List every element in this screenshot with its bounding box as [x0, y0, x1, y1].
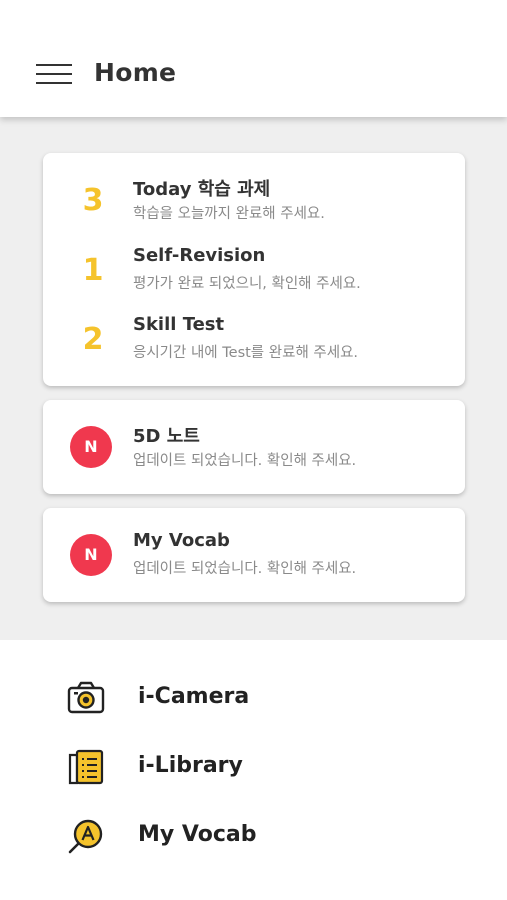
menu-line	[36, 82, 72, 84]
menu-label: i-Camera	[138, 684, 250, 709]
app-header: Home	[0, 0, 507, 117]
menu-label: i-Library	[138, 753, 243, 778]
task-subtitle: 응시기간 내에 Test를 완료해 주세요.	[133, 345, 359, 361]
camera-icon	[66, 678, 106, 718]
book-list-icon	[66, 747, 106, 787]
task-count: 1	[82, 253, 104, 288]
page-title: Home	[94, 58, 177, 87]
task-subtitle: 학습을 오늘까지 완료해 주세요.	[133, 206, 325, 222]
notification-subtitle: 업데이트 되었습니다. 확인해 주세요.	[133, 453, 357, 469]
task-title: Skill Test	[133, 314, 225, 335]
notification-card-5d-note[interactable]: N 5D 노트 업데이트 되었습니다. 확인해 주세요.	[43, 400, 465, 494]
task-subtitle: 평가가 완료 되었으니, 확인해 주세요.	[133, 276, 361, 292]
task-summary-card: 3 Today 학습 과제 학습을 오늘까지 완료해 주세요. 1 Self-R…	[43, 153, 465, 386]
task-title: Today 학습 과제	[133, 179, 271, 200]
new-badge: N	[70, 534, 112, 576]
task-count: 3	[82, 183, 104, 218]
menu-label: My Vocab	[138, 822, 257, 847]
menu-line	[36, 73, 72, 75]
bottom-menu: i-Camera i-Library My Vocab	[0, 640, 507, 900]
menu-item-i-library[interactable]: i-Library	[0, 733, 507, 797]
notification-title: 5D 노트	[133, 426, 200, 447]
new-badge: N	[70, 426, 112, 468]
task-count: 2	[82, 322, 104, 357]
notification-card-my-vocab[interactable]: N My Vocab 업데이트 되었습니다. 확인해 주세요.	[43, 508, 465, 602]
hamburger-menu-icon[interactable]	[36, 64, 72, 86]
notification-subtitle: 업데이트 되었습니다. 확인해 주세요.	[133, 561, 357, 577]
menu-item-my-vocab[interactable]: My Vocab	[0, 802, 507, 866]
main-content: 3 Today 학습 과제 학습을 오늘까지 완료해 주세요. 1 Self-R…	[0, 117, 507, 640]
task-row-today[interactable]: 3 Today 학습 과제 학습을 오늘까지 완료해 주세요.	[43, 175, 465, 235]
menu-item-i-camera[interactable]: i-Camera	[0, 664, 507, 728]
vocab-search-icon	[66, 816, 106, 856]
notification-title: My Vocab	[133, 530, 230, 551]
menu-line	[36, 64, 72, 66]
task-row-self-revision[interactable]: 1 Self-Revision 평가가 완료 되었으니, 확인해 주세요.	[43, 245, 465, 305]
task-title: Self-Revision	[133, 245, 266, 266]
task-row-skill-test[interactable]: 2 Skill Test 응시기간 내에 Test를 완료해 주세요.	[43, 314, 465, 374]
